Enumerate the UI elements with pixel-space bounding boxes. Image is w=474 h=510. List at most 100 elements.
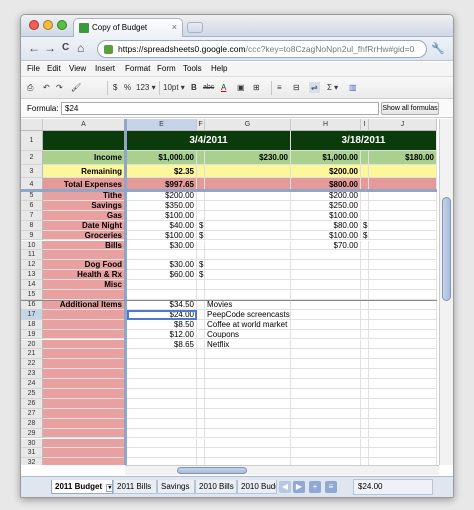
cell-g26[interactable] — [205, 398, 291, 409]
cell-f3[interactable] — [197, 165, 205, 178]
cell-g32[interactable] — [205, 458, 291, 465]
cell-g15[interactable] — [205, 290, 291, 300]
cell-h3[interactable]: $200.00 — [291, 165, 361, 178]
cell-h8[interactable]: $80.00 — [291, 220, 361, 231]
cell-h20[interactable] — [291, 339, 361, 350]
cell-g24[interactable] — [205, 379, 291, 389]
sum-dropdown[interactable]: Σ ▾ — [327, 82, 338, 93]
cell-e17[interactable]: $24.00 — [127, 309, 197, 320]
cell-h15[interactable] — [291, 290, 361, 300]
strikethrough-button[interactable]: abc — [203, 82, 214, 93]
cell-g18[interactable]: Coffee at world market — [205, 319, 291, 330]
cell-e21[interactable] — [127, 349, 197, 360]
cell-a23[interactable] — [43, 369, 125, 380]
cell-a30[interactable] — [43, 438, 125, 449]
cell-j30[interactable] — [369, 438, 437, 449]
cell-a15[interactable] — [43, 290, 125, 300]
cell-a10[interactable]: Bills — [43, 240, 125, 251]
cell-e24[interactable] — [127, 379, 197, 389]
cell-i19[interactable] — [361, 329, 369, 340]
cell-j26[interactable] — [369, 398, 437, 409]
row-header[interactable]: 32 — [21, 458, 43, 465]
wrench-icon[interactable]: 🔧 — [431, 42, 445, 55]
cell-a6[interactable]: Savings — [43, 200, 125, 211]
cell-f29[interactable] — [197, 428, 205, 439]
cell-e29[interactable] — [127, 428, 197, 439]
cell-g23[interactable] — [205, 369, 291, 380]
percent-button[interactable]: % — [124, 82, 131, 93]
row-header[interactable]: 25 — [21, 389, 43, 399]
cell-h5[interactable]: $200.00 — [291, 191, 361, 201]
cell-g3[interactable] — [205, 165, 291, 178]
cell-a18[interactable] — [43, 319, 125, 330]
cell-a19[interactable] — [43, 329, 125, 340]
menu-view[interactable]: View — [69, 64, 86, 73]
cell-e19[interactable]: $12.00 — [127, 329, 197, 340]
row-header[interactable]: 19 — [21, 329, 43, 340]
cell-a25[interactable] — [43, 389, 125, 399]
cell-g17[interactable]: PeepCode screencasts — [205, 309, 291, 320]
cell-i22[interactable] — [361, 359, 369, 370]
cell-j23[interactable] — [369, 369, 437, 380]
cell-i12[interactable] — [361, 260, 369, 271]
menu-file[interactable]: File — [27, 64, 40, 73]
cell-j6[interactable] — [369, 200, 437, 211]
cell-h27[interactable] — [291, 408, 361, 419]
browser-tab[interactable]: Copy of Budget × — [73, 18, 183, 37]
cell-i15[interactable] — [361, 290, 369, 300]
cell-e20[interactable]: $8.65 — [127, 339, 197, 350]
cell-i9[interactable]: $ — [361, 230, 369, 241]
cell-i31[interactable] — [361, 448, 369, 459]
cell-i11[interactable] — [361, 250, 369, 261]
cell-g28[interactable] — [205, 418, 291, 429]
cell-h30[interactable] — [291, 438, 361, 449]
cell-f31[interactable] — [197, 448, 205, 459]
fill-color-button[interactable]: ▣ — [237, 82, 245, 93]
number-format-dropdown[interactable]: 123 ▾ — [136, 82, 156, 93]
cell-j11[interactable] — [369, 250, 437, 261]
cell-g5[interactable] — [205, 191, 291, 201]
cell-h6[interactable]: $250.00 — [291, 200, 361, 211]
cell-i5[interactable] — [361, 191, 369, 201]
row-header[interactable]: 11 — [21, 250, 43, 261]
cell-a17[interactable] — [43, 309, 125, 320]
cell-j14[interactable] — [369, 280, 437, 290]
cell-j19[interactable] — [369, 329, 437, 340]
cell-h2[interactable]: $1,000.00 — [291, 151, 361, 165]
cell-j21[interactable] — [369, 349, 437, 360]
vertical-scrollbar[interactable] — [439, 119, 453, 465]
cell-a16[interactable]: Additional Items — [43, 299, 125, 310]
cell-e18[interactable]: $8.50 — [127, 319, 197, 330]
cell-i32[interactable] — [361, 458, 369, 465]
menu-tools[interactable]: Tools — [183, 64, 202, 73]
paint-format-icon[interactable]: 🖌 — [71, 82, 81, 93]
borders-button[interactable]: ⊞ — [253, 82, 260, 93]
cell-h18[interactable] — [291, 319, 361, 330]
cell-e10[interactable]: $30.00 — [127, 240, 197, 251]
cell-j15[interactable] — [369, 290, 437, 300]
cell-g8[interactable] — [205, 220, 291, 231]
cell-i23[interactable] — [361, 369, 369, 380]
cell-j24[interactable] — [369, 379, 437, 389]
print-icon[interactable]: ⎙ — [27, 82, 33, 93]
cell-g25[interactable] — [205, 389, 291, 399]
cell-i29[interactable] — [361, 428, 369, 439]
cell-a3[interactable]: Remaining — [43, 165, 125, 178]
chart-icon[interactable]: ▥ — [349, 82, 357, 93]
column-header-j[interactable]: J — [369, 119, 437, 131]
cell-h16[interactable] — [291, 299, 361, 310]
sheet-tab-2011-budget[interactable]: 2011 Budget ▾ — [51, 480, 114, 494]
cell-e22[interactable] — [127, 359, 197, 370]
cell-e28[interactable] — [127, 418, 197, 429]
cell-j9[interactable] — [369, 230, 437, 241]
sheet-tab-savings[interactable]: Savings — [157, 480, 195, 494]
cell-j13[interactable] — [369, 270, 437, 281]
sheet-scroll-left-icon[interactable]: ◀ — [279, 481, 291, 493]
cell-e23[interactable] — [127, 369, 197, 380]
cell-f19[interactable] — [197, 329, 205, 340]
currency-button[interactable]: $ — [113, 82, 117, 93]
cell-e27[interactable] — [127, 408, 197, 419]
cell-f27[interactable] — [197, 408, 205, 419]
cell-g13[interactable] — [205, 270, 291, 281]
cell-g10[interactable] — [205, 240, 291, 251]
